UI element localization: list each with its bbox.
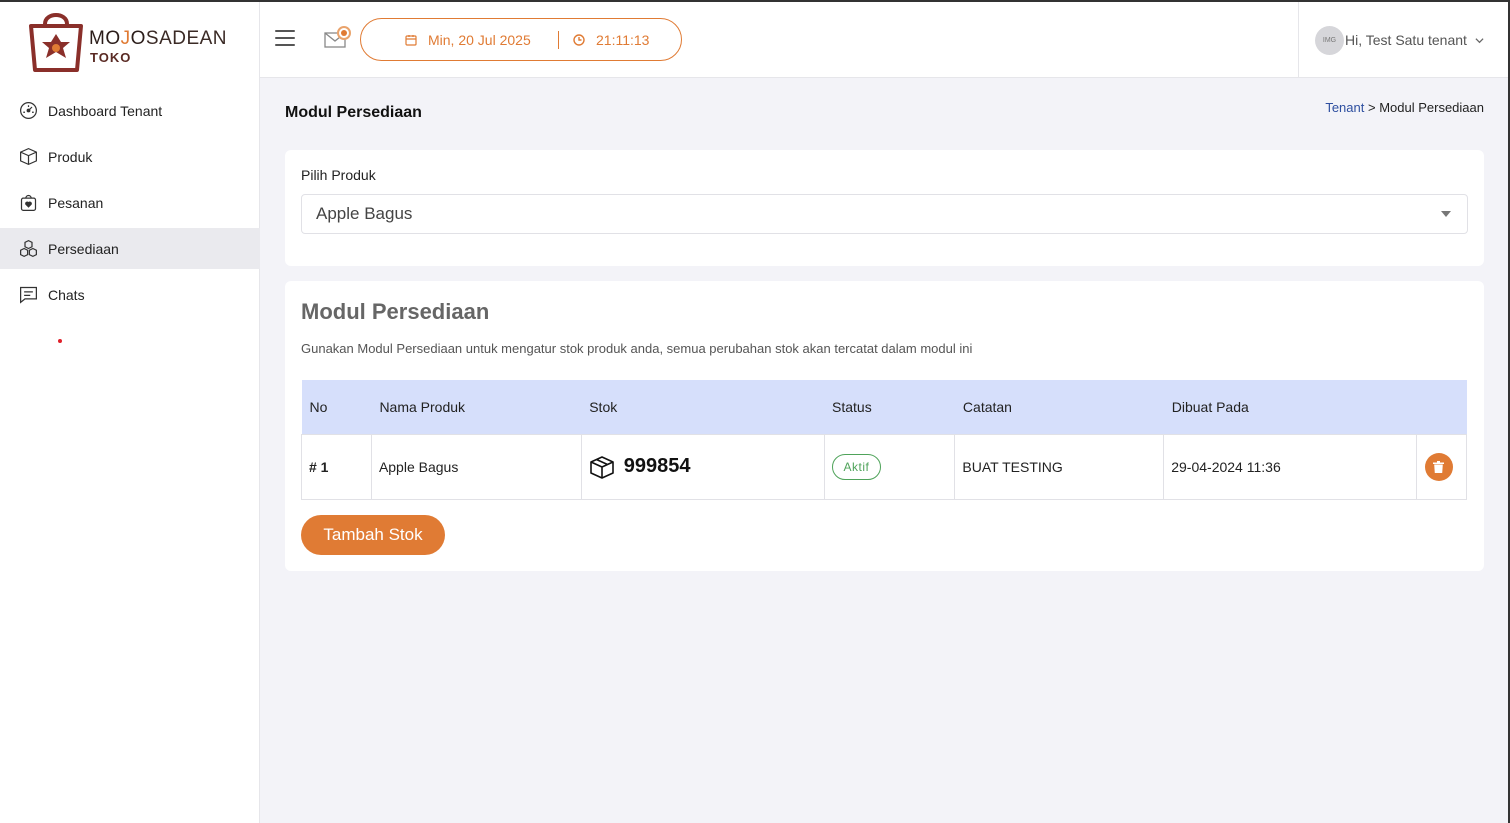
column-header-dibuat-pada: Dibuat Pada	[1163, 380, 1417, 434]
sidebar-item-dashboard-tenant[interactable]: Dashboard Tenant	[0, 90, 260, 131]
inventory-description: Gunakan Modul Persediaan untuk mengatur …	[301, 341, 973, 356]
add-stock-button[interactable]: Tambah Stok	[301, 515, 445, 555]
sidebar-item-persediaan[interactable]: Persediaan	[0, 228, 260, 269]
sidebar-item-label: Pesanan	[48, 194, 104, 211]
product-select-value: Apple Bagus	[316, 204, 413, 223]
delete-button[interactable]	[1424, 452, 1453, 481]
brand-text: MOJOSADEAN TOKO	[89, 28, 227, 65]
time-text: 21:11:13	[596, 31, 650, 48]
sidebar-item-label: Chats	[48, 286, 85, 303]
inventory-title: Modul Persediaan	[301, 299, 490, 324]
brand-title: MOJOSADEAN	[89, 28, 228, 49]
date-display: Min, 20 Jul 2025	[361, 30, 559, 49]
inventory-card: Modul Persediaan Gunakan Modul Persediaa…	[285, 281, 1484, 571]
sidebar-item-pesanan[interactable]: Pesanan	[0, 182, 260, 223]
sidebar-item-chats[interactable]: Chats	[0, 274, 260, 315]
brand-subtitle: TOKO	[90, 50, 132, 65]
column-header-nama-produk: Nama Produk	[371, 380, 582, 434]
user-greeting: Hi, Test Satu tenant	[1345, 32, 1467, 48]
sidebar-item-produk[interactable]: Produk	[0, 136, 260, 177]
breadcrumb-link-tenant[interactable]: Tenant	[1325, 100, 1364, 115]
cell-actions	[1415, 433, 1468, 500]
shopping-bag-icon	[20, 194, 37, 211]
avatar: IMG	[1315, 25, 1344, 55]
trash-icon	[1433, 460, 1445, 473]
box-icon	[589, 455, 614, 479]
gauge-icon	[20, 102, 37, 119]
column-header-catatan: Catatan	[954, 380, 1164, 434]
breadcrumb: Tenant > Modul Persediaan	[1325, 100, 1484, 115]
product-select-label: Pilih Produk	[301, 167, 376, 183]
cell-no: # 1	[301, 433, 372, 500]
sidebar: MOJOSADEAN TOKO Dashboard Tenant Produk …	[0, 2, 260, 823]
menu-toggle-icon[interactable]	[275, 30, 295, 46]
notification-dot	[58, 339, 62, 343]
chevron-down-icon	[1475, 37, 1484, 43]
table-header-row: No Nama Produk Stok Status Catatan Dibua…	[301, 380, 1467, 434]
mail-notification-icon[interactable]	[324, 26, 352, 50]
breadcrumb-separator: >	[1367, 100, 1376, 115]
clock-icon	[573, 33, 585, 46]
time-display: 21:11:13	[559, 32, 649, 48]
cell-product-name: Apple Bagus	[370, 433, 582, 500]
shopping-bag-logo-icon	[29, 13, 83, 72]
inventory-table: No Nama Produk Stok Status Catatan Dibua…	[301, 380, 1468, 500]
column-header-no: No	[301, 380, 372, 434]
breadcrumb-current: Modul Persediaan	[1379, 100, 1484, 115]
caret-down-icon	[1441, 211, 1451, 217]
stock-value: 999854	[623, 455, 691, 477]
brand-logo[interactable]: MOJOSADEAN TOKO	[27, 8, 247, 74]
top-header: Min, 20 Jul 2025 21:11:13 IMG Hi, Test S…	[260, 2, 1510, 78]
sidebar-item-label: Dashboard Tenant	[48, 102, 163, 119]
calendar-icon	[405, 34, 417, 46]
cell-created-at: 29-04-2024 11:36	[1163, 433, 1417, 500]
sidebar-item-label: Persediaan	[48, 240, 119, 257]
column-header-status: Status	[824, 380, 955, 434]
chat-icon	[20, 286, 37, 304]
cell-note: BUAT TESTING	[954, 433, 1165, 500]
boxes-icon	[20, 239, 37, 258]
product-select[interactable]: Apple Bagus	[301, 194, 1468, 234]
sidebar-item-label: Produk	[48, 148, 93, 165]
page-title: Modul Persediaan	[285, 104, 422, 121]
sidebar-nav: Dashboard Tenant Produk Pesanan Persedia…	[0, 90, 260, 320]
user-menu[interactable]: IMG Hi, Test Satu tenant	[1298, 2, 1510, 78]
cell-stock: 999854	[580, 433, 825, 500]
box-icon	[20, 147, 37, 166]
column-header-stok: Stok	[581, 380, 825, 434]
table-row: # 1 Apple Bagus 999854 Aktif BUAT TESTIN…	[301, 433, 1468, 500]
product-select-card: Pilih Produk Apple Bagus	[285, 150, 1484, 266]
date-text: Min, 20 Jul 2025	[428, 31, 531, 48]
datetime-pill: Min, 20 Jul 2025 21:11:13	[360, 18, 682, 61]
status-badge: Aktif	[831, 453, 882, 480]
cell-status: Aktif	[823, 433, 956, 500]
column-header-actions	[1416, 380, 1467, 434]
